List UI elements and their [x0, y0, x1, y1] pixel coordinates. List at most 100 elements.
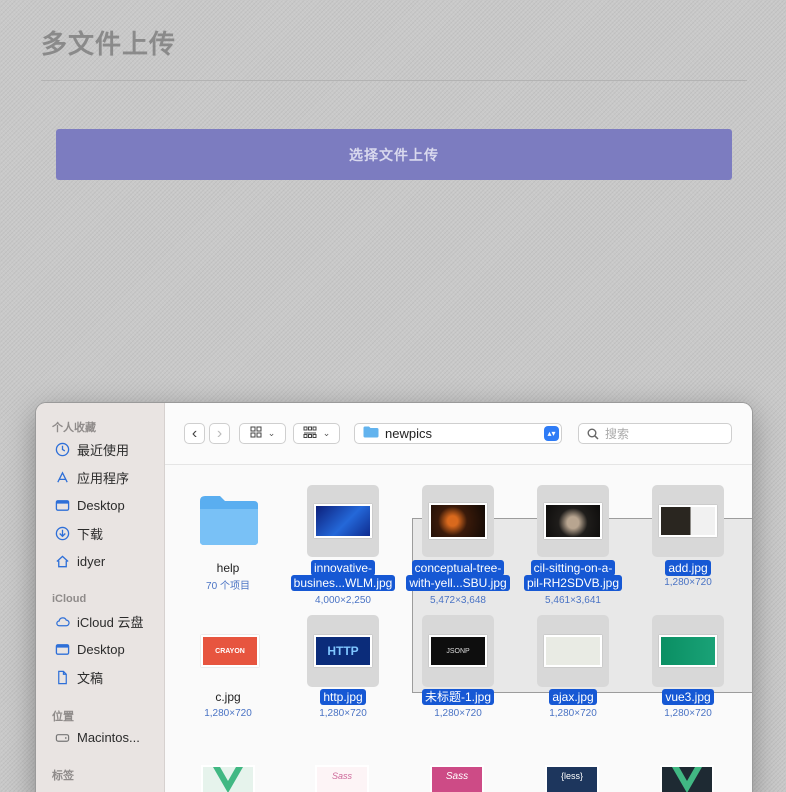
file-picker-dialog: 个人收藏 最近使用 应用程序 Desktop 下载 idyer iCloud i…	[36, 403, 752, 792]
file-item[interactable]: conceptual-tree-with-yell...SBU.jpg 5,47…	[398, 485, 518, 610]
thumbnail[interactable]: {less}	[545, 765, 599, 792]
sidebar-item-label: Macintos...	[77, 729, 140, 745]
file-name: 未标题-1.jpg	[398, 689, 518, 705]
path-label: newpics	[385, 426, 432, 441]
file-name: add.jpg	[628, 560, 748, 576]
file-name: innovative-busines...WLM.jpg	[283, 560, 403, 591]
file-item[interactable]: ajax.jpg 1,280×720	[513, 615, 633, 725]
chevron-down-icon: ⌄	[267, 428, 276, 438]
grid-view-icon	[250, 426, 262, 441]
file-meta: 1,280×720	[204, 708, 252, 719]
favorites-header: 个人收藏	[52, 422, 96, 434]
search-field[interactable]: 搜索	[578, 423, 732, 444]
thumbnail[interactable]: Sass	[315, 765, 369, 792]
apps-icon	[54, 469, 70, 485]
sidebar-item-downloads[interactable]: 下载	[54, 522, 103, 544]
tags-header: 标签	[52, 770, 74, 782]
file-name: conceptual-tree-with-yell...SBU.jpg	[398, 560, 518, 591]
file-name: c.jpg	[215, 690, 241, 704]
thumbnail	[422, 485, 494, 557]
chevron-right-icon: ›	[216, 424, 223, 442]
forward-button[interactable]: ›	[209, 423, 230, 444]
clock-icon	[54, 441, 70, 457]
thumbnail	[307, 485, 379, 557]
sidebar-item-label: Desktop	[77, 497, 125, 513]
locations-header: 位置	[52, 711, 74, 723]
page-title: 多文件上传	[41, 29, 177, 59]
sidebar-item-recents[interactable]: 最近使用	[54, 438, 129, 460]
thumbnail: JSONP	[422, 615, 494, 687]
file-name: ajax.jpg	[513, 689, 633, 705]
sidebar-item-icloud-desktop[interactable]: Desktop	[54, 638, 125, 660]
sidebar-item-label: 下载	[77, 526, 104, 542]
thumbnail	[652, 485, 724, 557]
file-meta: 1,280×720	[549, 708, 597, 719]
sidebar-item-home[interactable]: idyer	[54, 550, 105, 572]
file-meta: 70 个项目	[206, 581, 250, 592]
folder-icon	[198, 493, 260, 552]
thumbnail: CRAYON	[201, 635, 259, 667]
finder-main: ‹ › ⌄ ⌄ newpics ▴▾ 搜索 help 70 个项目 innova…	[165, 403, 752, 792]
back-button[interactable]: ‹	[184, 423, 205, 444]
document-icon	[54, 669, 70, 685]
sidebar-item-documents[interactable]: 文稿	[54, 666, 103, 688]
home-icon	[54, 553, 70, 569]
desktop-icon	[54, 497, 70, 513]
sidebar-item-label: 最近使用	[77, 442, 130, 458]
finder-toolbar: ‹ › ⌄ ⌄ newpics ▴▾ 搜索	[165, 403, 752, 465]
desktop-icon	[54, 641, 70, 657]
file-item[interactable]: add.jpg 1,280×720	[628, 485, 748, 610]
updown-icon: ▴▾	[544, 426, 559, 441]
chevron-down-icon: ⌄	[322, 428, 331, 438]
search-icon	[587, 428, 599, 440]
path-popup[interactable]: newpics ▴▾	[354, 423, 562, 444]
disk-icon	[54, 729, 70, 745]
file-meta: 5,461×3,641	[545, 595, 601, 606]
sidebar-item-label: 文稿	[77, 670, 104, 686]
file-item[interactable]: HTTP http.jpg 1,280×720	[283, 615, 403, 725]
finder-sidebar: 个人收藏 最近使用 应用程序 Desktop 下载 idyer iCloud i…	[36, 403, 165, 792]
chevron-left-icon: ‹	[191, 424, 198, 442]
file-item[interactable]: JSONP 未标题-1.jpg 1,280×720	[398, 615, 518, 725]
sidebar-item-label: iCloud 云盘	[77, 614, 144, 630]
file-meta: 4,000×2,250	[315, 595, 371, 606]
download-icon	[54, 525, 70, 541]
view-mode-button[interactable]: ⌄	[239, 423, 286, 444]
thumbnail[interactable]: Sass	[430, 765, 484, 792]
file-meta: 1,280×720	[434, 708, 482, 719]
file-name: cil-sitting-on-a-pil-RH2SDVB.jpg	[513, 560, 633, 591]
file-name: http.jpg	[283, 689, 403, 705]
thumbnail[interactable]	[201, 765, 255, 792]
sidebar-item-label: idyer	[77, 553, 106, 569]
search-placeholder: 搜索	[605, 427, 630, 441]
file-item[interactable]: CRAYON c.jpg 1,280×720	[168, 615, 288, 725]
folder-icon	[363, 426, 379, 441]
file-item[interactable]: cil-sitting-on-a-pil-RH2SDVB.jpg 5,461×3…	[513, 485, 633, 610]
icloud-header: iCloud	[52, 593, 87, 605]
file-name: vue3.jpg	[628, 689, 748, 705]
sidebar-item-desktop[interactable]: Desktop	[54, 494, 125, 516]
thumbnail	[652, 615, 724, 687]
sidebar-item-macintosh-hd[interactable]: Macintos...	[54, 726, 140, 748]
group-view-icon	[303, 426, 317, 441]
title-divider	[41, 80, 747, 81]
group-mode-button[interactable]: ⌄	[293, 423, 340, 444]
thumbnail[interactable]	[660, 765, 714, 792]
file-name: help	[216, 561, 240, 575]
sidebar-item-icloud-drive[interactable]: iCloud 云盘	[54, 610, 143, 632]
upload-files-button[interactable]: 选择文件上传	[56, 129, 732, 180]
cloud-icon	[54, 613, 70, 629]
thumbnail	[537, 485, 609, 557]
sidebar-item-applications[interactable]: 应用程序	[54, 466, 129, 488]
file-item[interactable]: vue3.jpg 1,280×720	[628, 615, 748, 725]
sidebar-item-label: 应用程序	[77, 470, 130, 486]
sidebar-item-label: Desktop	[77, 641, 125, 657]
thumbnail	[537, 615, 609, 687]
file-item[interactable]: innovative-busines...WLM.jpg 4,000×2,250	[283, 485, 403, 610]
file-meta: 5,472×3,648	[430, 595, 486, 606]
file-item[interactable]: help 70 个项目	[168, 485, 288, 595]
thumbnail: HTTP	[307, 615, 379, 687]
file-meta: 1,280×720	[664, 577, 712, 588]
file-meta: 1,280×720	[319, 708, 367, 719]
file-meta: 1,280×720	[664, 708, 712, 719]
